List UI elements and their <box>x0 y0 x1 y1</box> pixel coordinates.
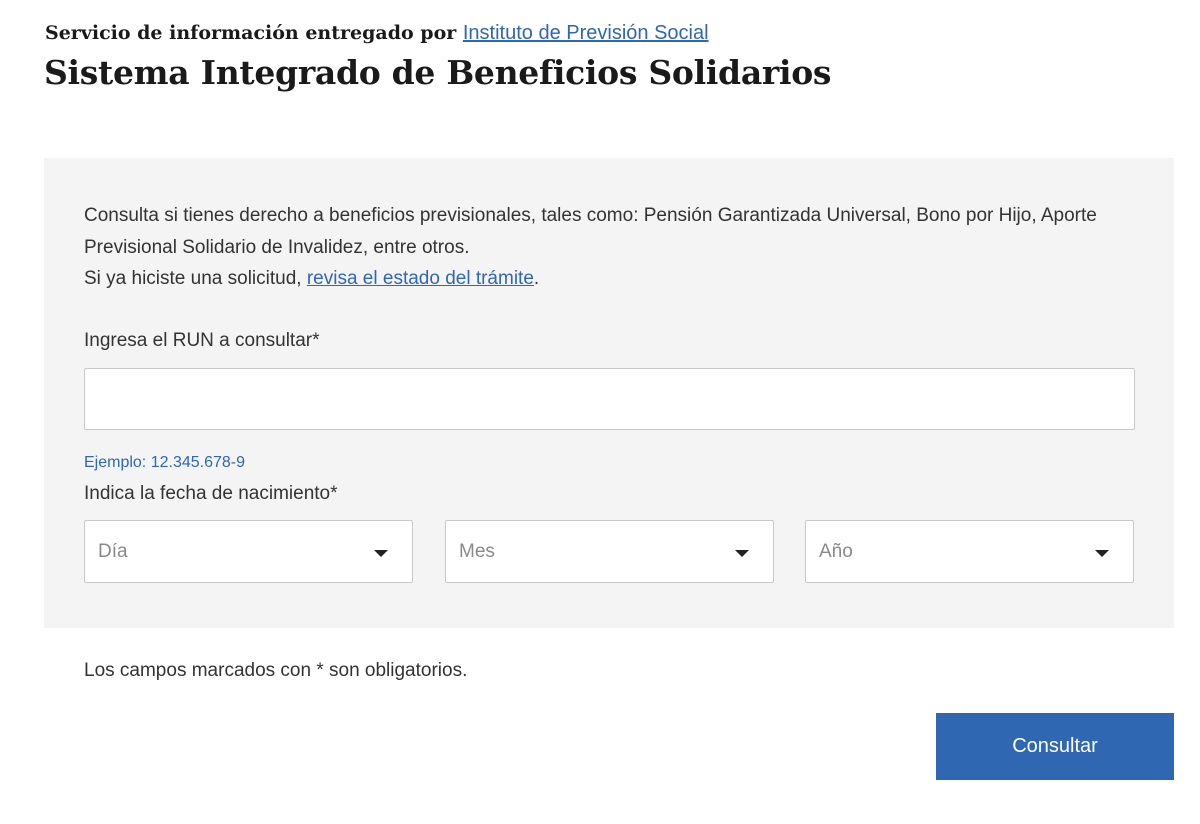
chevron-down-icon <box>1095 550 1109 557</box>
year-select[interactable]: Año <box>805 520 1134 583</box>
provider-prefix: Servicio de información entregado por <box>45 22 457 44</box>
run-label: Ingresa el RUN a consultar* <box>84 330 320 351</box>
run-hint: Ejemplo: 12.345.678-9 <box>84 454 245 471</box>
month-select[interactable]: Mes <box>445 520 774 583</box>
intro-description: Consulta si tienes derecho a beneficios … <box>84 205 1097 258</box>
provider-link[interactable]: Instituto de Previsión Social <box>463 22 709 44</box>
intro-text: Consulta si tienes derecho a beneficios … <box>84 200 1124 295</box>
year-placeholder: Año <box>819 541 853 562</box>
day-placeholder: Día <box>98 541 128 562</box>
submit-button[interactable]: Consultar <box>936 713 1174 780</box>
day-select[interactable]: Día <box>84 520 413 583</box>
page-title: Sistema Integrado de Beneficios Solidari… <box>44 53 832 92</box>
run-input[interactable] <box>84 368 1135 430</box>
birthdate-label: Indica la fecha de nacimiento* <box>84 483 338 504</box>
status-suffix: . <box>533 268 540 289</box>
provider-line: Servicio de información entregado por In… <box>45 22 709 45</box>
query-form-panel: Consulta si tienes derecho a beneficios … <box>44 158 1174 628</box>
status-link[interactable]: revisa el estado del trámite <box>307 268 534 289</box>
chevron-down-icon <box>374 550 388 557</box>
required-fields-note: Los campos marcados con * son obligatori… <box>84 660 468 681</box>
chevron-down-icon <box>735 550 749 557</box>
status-prefix: Si ya hiciste una solicitud, <box>84 268 302 289</box>
month-placeholder: Mes <box>459 541 495 562</box>
